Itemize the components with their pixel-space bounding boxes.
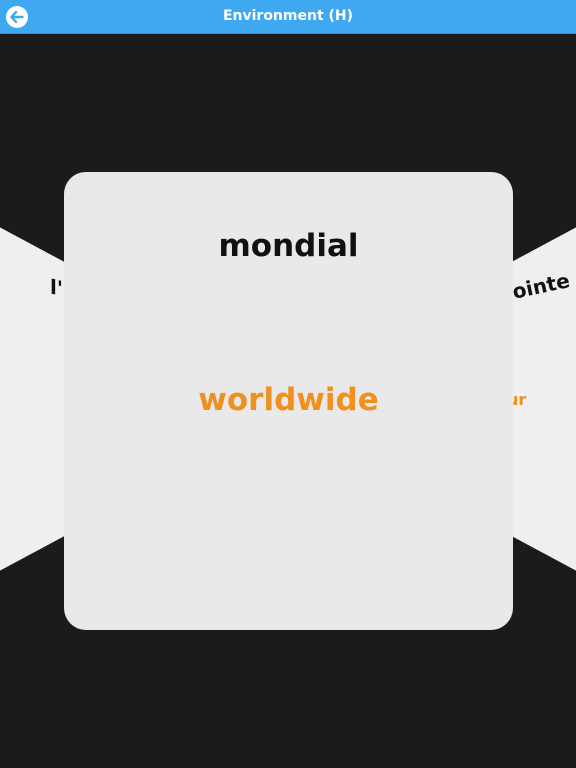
card-term: mondial <box>218 228 359 264</box>
header-bar: Environment (H) <box>0 0 576 34</box>
current-flashcard[interactable]: mondial worldwide <box>64 172 513 630</box>
flashcard-stage[interactable]: l'i ointe ur mondial worldwide <box>0 34 576 768</box>
page-title: Environment (H) <box>222 8 354 24</box>
card-translation: worldwide <box>198 382 379 418</box>
